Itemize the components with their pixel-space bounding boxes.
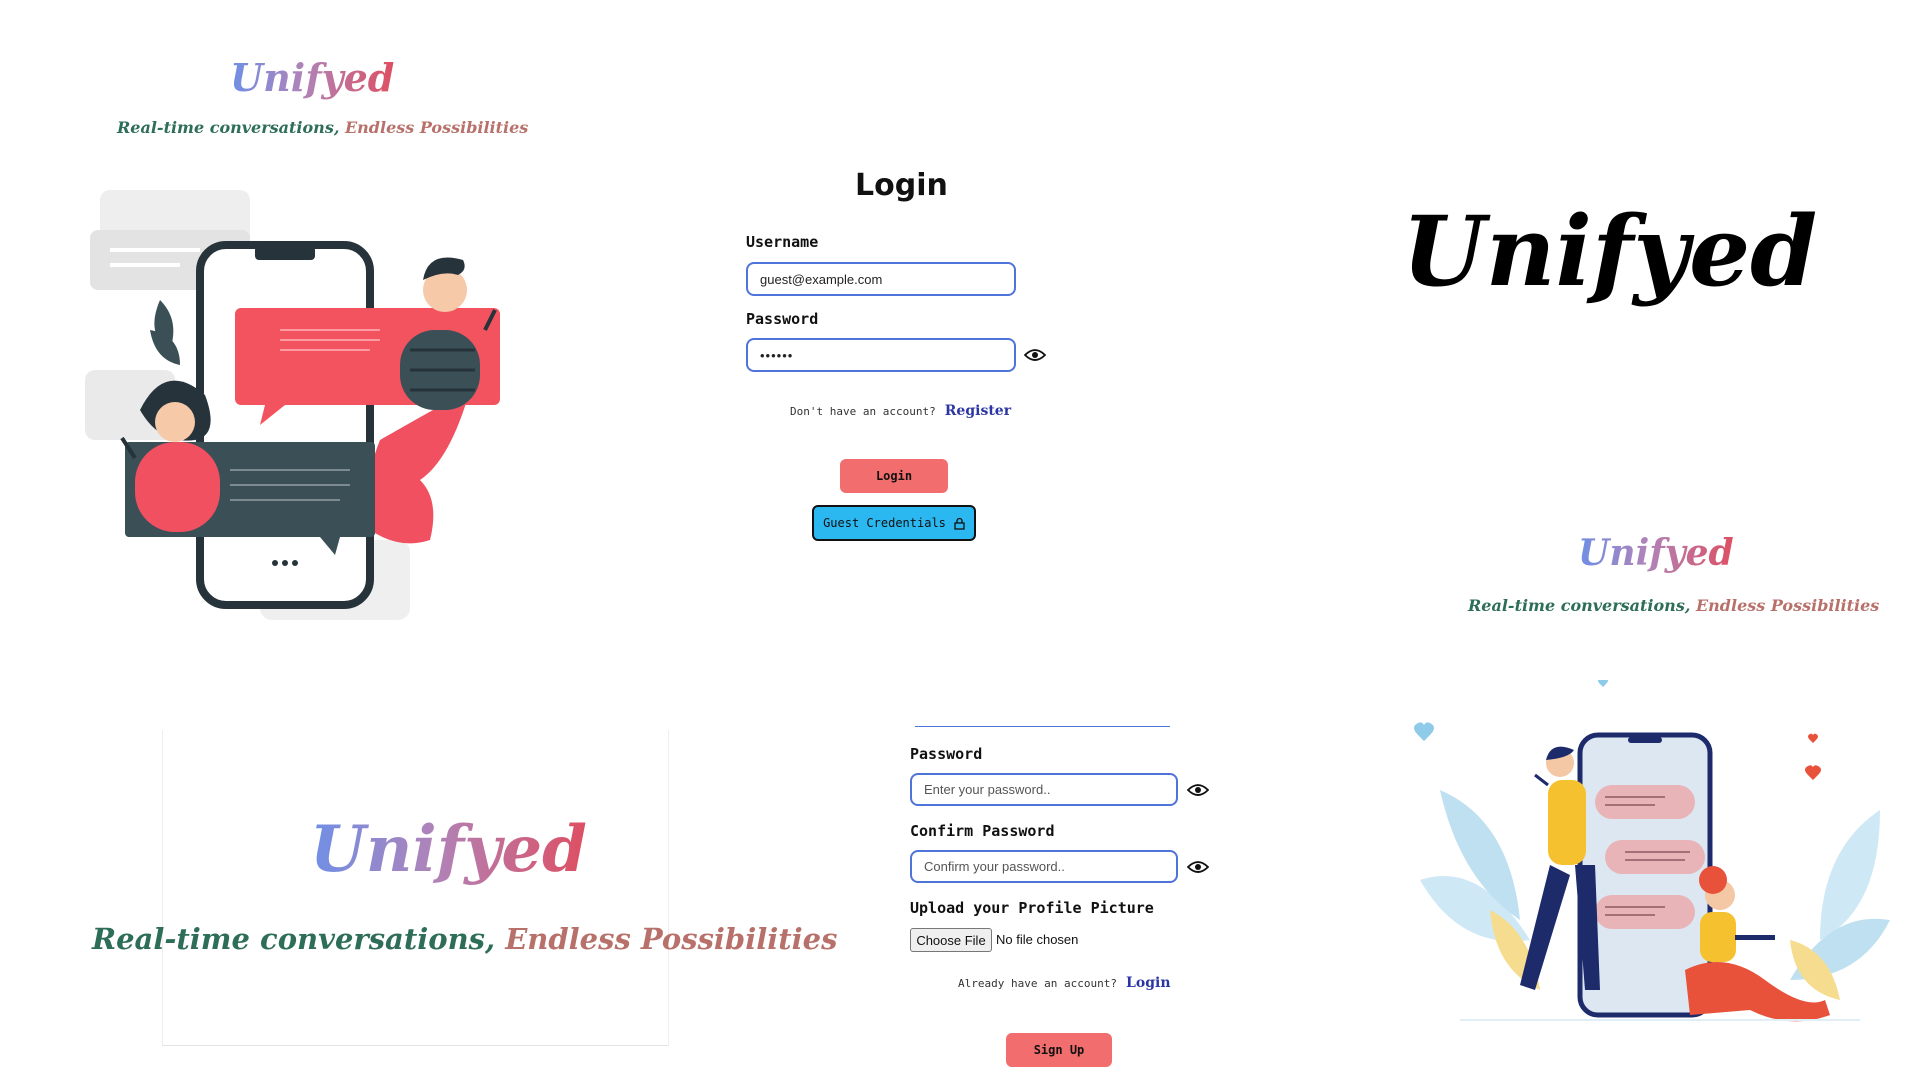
signup-password-input[interactable]: Enter your password..: [910, 773, 1178, 806]
banner-frame: [162, 730, 669, 1046]
signup-button[interactable]: Sign Up: [1006, 1033, 1112, 1067]
tagline-top-left: Real-time conversations, Endless Possibi…: [117, 118, 528, 137]
phone-people-illustration: [1414, 680, 1890, 1022]
signup-divider: [915, 726, 1170, 727]
chat-illustration: [85, 190, 500, 620]
tagline-part2: Endless Possibilities: [344, 118, 529, 137]
password-input[interactable]: ••••••: [746, 338, 1016, 372]
register-prompt: Don't have an account? Register: [790, 400, 1011, 419]
signup-password-eye-icon[interactable]: [1187, 783, 1209, 797]
confirm-password-label: Confirm Password: [910, 822, 1055, 840]
no-file-text: No file chosen: [996, 932, 1079, 947]
tagline-banner-part1: Real-time conversations,: [92, 922, 496, 956]
username-input[interactable]: guest@example.com: [746, 262, 1016, 296]
tagline-banner: Real-time conversations, Endless Possibi…: [92, 922, 837, 956]
lock-icon: [954, 517, 965, 530]
no-account-text: Don't have an account?: [790, 405, 936, 418]
brand-logo-top-left: Unifyed: [230, 55, 395, 100]
tagline-right-part1: Real-time conversations,: [1468, 596, 1691, 615]
confirm-password-eye-icon[interactable]: [1187, 860, 1209, 874]
brand-logo-right: Unifyed: [1578, 532, 1734, 574]
password-label: Password: [746, 310, 819, 328]
tagline-right-part2: Endless Possibilities: [1695, 596, 1880, 615]
upload-label: Upload your Profile Picture: [910, 899, 1154, 917]
login-link[interactable]: Login: [1126, 975, 1170, 991]
have-account-text: Already have an account?: [958, 977, 1117, 990]
choose-file-button[interactable]: Choose File: [910, 928, 992, 952]
login-prompt: Already have an account? Login: [958, 972, 1171, 991]
brand-logo-banner: Unifyed: [310, 812, 587, 887]
confirm-password-input[interactable]: Confirm your password..: [910, 850, 1178, 883]
login-title: Login: [855, 168, 948, 203]
tagline-part1: Real-time conversations,: [117, 118, 340, 137]
guest-button-label: Guest Credentials: [823, 516, 946, 530]
username-label: Username: [746, 233, 819, 251]
guest-credentials-button[interactable]: Guest Credentials: [812, 505, 976, 541]
register-link[interactable]: Register: [945, 403, 1011, 419]
eye-icon[interactable]: [1024, 348, 1046, 362]
login-button[interactable]: Login: [840, 459, 948, 493]
tagline-banner-part2: Endless Possibilities: [505, 922, 838, 956]
brand-logo-large-black: Unifyed: [1402, 195, 1818, 308]
tagline-right: Real-time conversations, Endless Possibi…: [1468, 596, 1879, 615]
signup-password-label: Password: [910, 745, 983, 763]
